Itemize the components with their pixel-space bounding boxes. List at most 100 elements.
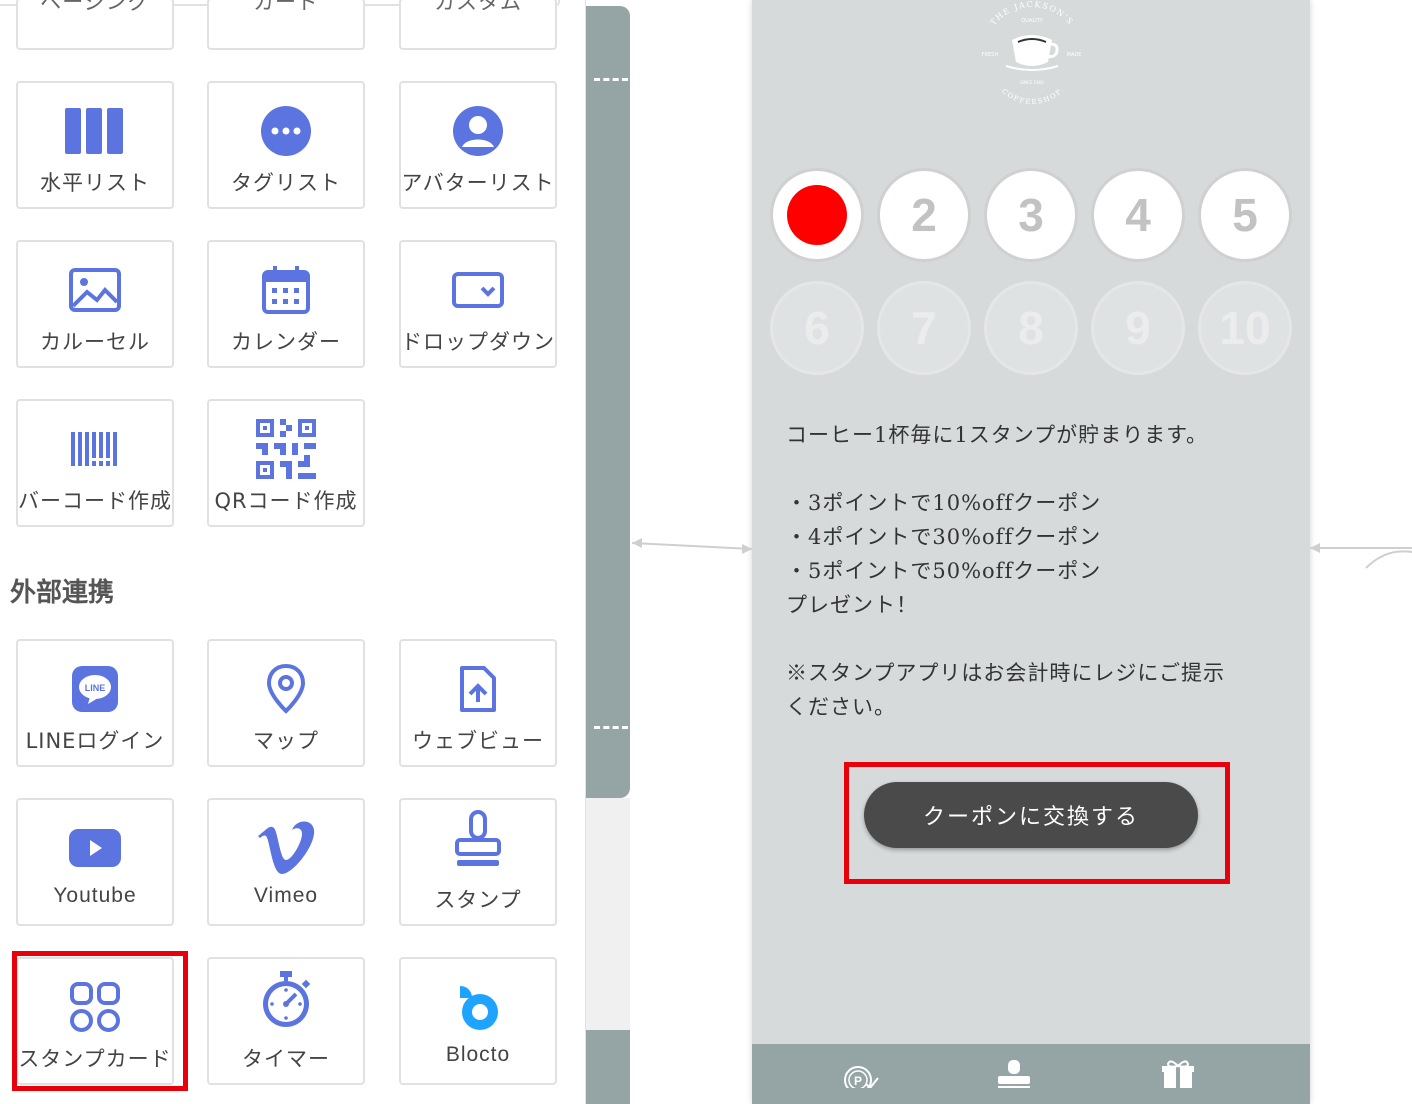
avatar-list-icon <box>401 103 555 159</box>
qr-code-icon <box>209 419 363 479</box>
tile-custom[interactable]: カスタム <box>399 0 557 50</box>
tile-paging[interactable]: ページング <box>16 0 174 50</box>
timer-icon <box>209 971 363 1027</box>
tile-avatar-list[interactable]: アバターリスト <box>399 81 557 209</box>
description-line <box>786 622 1276 656</box>
stamp-slot-6[interactable]: 6 <box>770 281 864 375</box>
bottom-tab-bar: P <box>752 1044 1310 1104</box>
line-icon: LINE <box>18 661 172 717</box>
logo-bottom-text: COFFEESHOP <box>1000 87 1062 106</box>
phone-screen-stamp-card[interactable]: THE JACKSON'S QUALITY FRESH MADE SINCE 1… <box>752 0 1310 1104</box>
tile-label: ドロップダウン <box>401 330 555 354</box>
editor-canvas: THE JACKSON'S QUALITY FRESH MADE SINCE 1… <box>586 0 1412 1104</box>
previous-screen-edge[interactable] <box>586 6 630 798</box>
tag-list-icon <box>209 103 363 159</box>
tile-label: Youtube <box>53 884 137 907</box>
logo-since-text: SINCE 1900 <box>1020 80 1044 85</box>
previous-screen-tabbar-edge <box>586 1030 630 1104</box>
map-pin-icon <box>209 661 363 717</box>
tile-label: タグリスト <box>231 171 341 195</box>
svg-text:P: P <box>854 1074 862 1088</box>
tile-qr-code[interactable]: QRコード作成 <box>207 399 365 527</box>
tile-label: Blocto <box>445 1043 511 1066</box>
svg-text:COFFEESHOP: COFFEESHOP <box>1000 87 1064 106</box>
vimeo-icon <box>209 820 363 876</box>
tile-label: カルーセル <box>40 330 150 354</box>
youtube-icon <box>18 820 172 876</box>
tile-timer[interactable]: タイマー <box>207 957 365 1085</box>
dashed-divider <box>594 726 628 729</box>
coffeeshop-logo: THE JACKSON'S QUALITY FRESH MADE SINCE 1… <box>962 0 1102 110</box>
tile-line-login[interactable]: LINE LINEログイン <box>16 639 174 767</box>
description-line: ・5ポイントで50%offクーポン <box>786 559 1102 583</box>
line-icon-text: LINE <box>85 683 106 693</box>
tile-label: LINEログイン <box>25 729 165 753</box>
stamp-slot-9[interactable]: 9 <box>1091 281 1185 375</box>
tile-tag-list[interactable]: タグリスト <box>207 81 365 209</box>
description-line: ください。 <box>786 695 896 719</box>
tile-label: カード <box>253 0 319 14</box>
tile-label: スタンプ <box>434 888 522 912</box>
tile-label: ページング <box>40 0 150 14</box>
stamp-card-icon <box>18 979 172 1035</box>
blocto-icon <box>401 979 555 1035</box>
stamp-slot-8[interactable]: 8 <box>984 281 1078 375</box>
dashed-divider <box>594 78 628 81</box>
stamp-slot-10[interactable]: 10 <box>1198 281 1292 375</box>
tile-label: バーコード作成 <box>18 489 172 513</box>
stamp-slot-1[interactable] <box>770 168 864 262</box>
tile-map[interactable]: マップ <box>207 639 365 767</box>
stamp-slot-2[interactable]: 2 <box>877 168 971 262</box>
tile-carousel[interactable]: カルーセル <box>16 240 174 368</box>
stamped-mark <box>787 185 847 245</box>
stamp-description: コーヒー1杯毎に1スタンプが貯まります。 ・3ポイントで10%offクーポン ・4ポ… <box>786 418 1276 724</box>
tile-calendar[interactable]: カレンダー <box>207 240 365 368</box>
tile-label: 水平リスト <box>40 171 150 195</box>
carousel-icon <box>18 262 172 318</box>
tile-youtube[interactable]: Youtube <box>16 798 174 926</box>
dropdown-icon <box>401 262 555 318</box>
description-line: プレゼント！ <box>786 593 918 617</box>
previous-screen-gap <box>586 798 630 1030</box>
tile-label: Vimeo <box>253 884 319 907</box>
tile-card[interactable]: カード <box>207 0 365 50</box>
tile-label: カスタム <box>434 0 522 14</box>
tile-barcode[interactable]: バーコード作成 <box>16 399 174 527</box>
tile-horizontal-list[interactable]: 水平リスト <box>16 81 174 209</box>
tile-label: アバターリスト <box>401 171 555 195</box>
stamp-slot-5[interactable]: 5 <box>1198 168 1292 262</box>
stamp-slot-3[interactable]: 3 <box>984 168 1078 262</box>
tile-label: タイマー <box>242 1047 330 1071</box>
horizontal-list-icon <box>18 103 172 159</box>
tile-label: ウェブビュー <box>412 729 544 753</box>
tile-label: スタンプカード <box>18 1047 172 1071</box>
component-palette: ページング カード カスタム 水平リスト タグリスト アバターリスト カルーセル <box>0 0 586 1104</box>
logo-right-text: MADE <box>1067 52 1082 58</box>
logo-left-text: FRESH <box>982 52 999 58</box>
tile-blocto[interactable]: Blocto <box>399 957 557 1085</box>
description-line <box>786 452 1276 486</box>
section-heading-external: 外部連携 <box>10 578 115 608</box>
calendar-icon <box>209 262 363 318</box>
barcode-icon <box>18 421 172 477</box>
stamp-icon <box>401 810 555 868</box>
tile-label: マップ <box>253 729 319 753</box>
stamp-slot-7[interactable]: 7 <box>877 281 971 375</box>
description-line: コーヒー1杯毎に1スタンプが貯まります。 <box>786 423 1208 447</box>
tile-dropdown[interactable]: ドロップダウン <box>399 240 557 368</box>
description-line: ・3ポイントで10%offクーポン <box>786 491 1102 515</box>
logo-sub-text: QUALITY <box>1021 18 1043 24</box>
tile-stamp[interactable]: スタンプ <box>399 798 557 926</box>
stamp-slot-4[interactable]: 4 <box>1091 168 1185 262</box>
description-line: ※スタンプアプリはお会計時にレジにご提示 <box>786 661 1225 685</box>
tile-stamp-card[interactable]: スタンプカード <box>16 957 174 1085</box>
stamp-tab-icon[interactable] <box>992 1060 1036 1104</box>
gift-tab-icon[interactable] <box>1156 1060 1200 1104</box>
point-tab-icon[interactable]: P <box>838 1060 882 1104</box>
exchange-coupon-button[interactable]: クーポンに交換する <box>864 782 1198 848</box>
description-line: ・4ポイントで30%offクーポン <box>786 525 1102 549</box>
tile-vimeo[interactable]: Vimeo <box>207 798 365 926</box>
tile-label: カレンダー <box>231 330 341 354</box>
tile-webview[interactable]: ウェブビュー <box>399 639 557 767</box>
webview-icon <box>401 661 555 717</box>
